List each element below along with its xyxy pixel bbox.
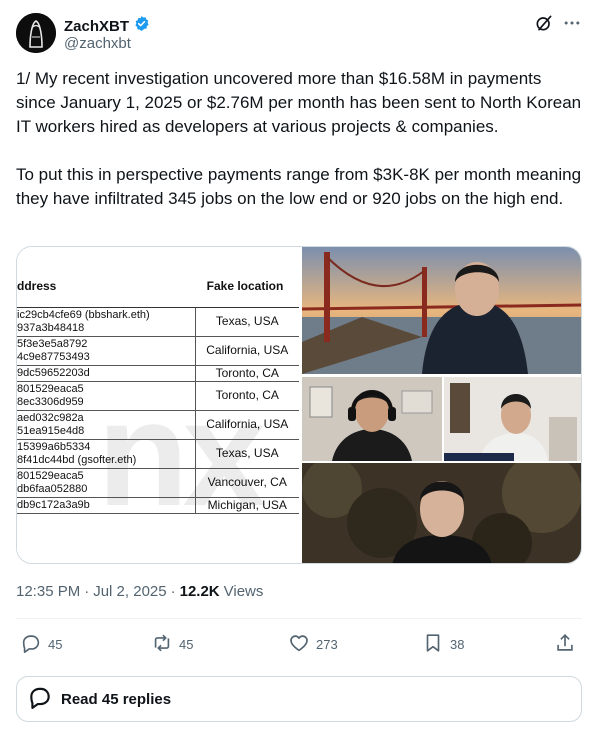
- table-row: 5f3e3e5a8792 4c9e87753493 California, USA: [17, 336, 299, 366]
- location-cell: Texas, USA: [195, 307, 299, 337]
- share-icon: [554, 632, 576, 657]
- tweet-date[interactable]: Jul 2, 2025: [93, 583, 166, 600]
- reply-button[interactable]: 45: [20, 632, 62, 657]
- address-line: 5f3e3e5a8792: [17, 337, 88, 350]
- table-row: 15399a6b5334 8f41dc44bd (gsofter.eth) Texa…: [17, 439, 299, 469]
- table-row: 801529eaca5 8ec3306d959 Toronto, CA: [17, 381, 299, 411]
- like-count: 273: [316, 637, 338, 652]
- views-label: Views: [223, 583, 264, 600]
- table-row: 9dc59652203d Toronto, CA: [17, 365, 299, 382]
- table-row: ic29cb4cfe69 (bbshark.eth) 937a3b48418 Tex…: [17, 307, 299, 337]
- location-cell: California, USA: [195, 336, 299, 366]
- video-call-photo-bridge: [302, 247, 581, 374]
- meta-separator: ·: [84, 583, 90, 600]
- divider: [16, 618, 582, 619]
- address-line: db9c172a3a9b: [17, 498, 90, 511]
- address-table: ddress Fake location ic29cb4cfe69 (bbsha…: [17, 265, 299, 514]
- video-call-photo-trees: [302, 463, 581, 563]
- address-line: 801529eaca5: [17, 469, 84, 482]
- tweet-text: 1/ My recent investigation uncovered mor…: [16, 69, 582, 208]
- table-row: 801529eaca5 db6faa052880 Vancouver, CA: [17, 468, 299, 498]
- video-call-photo-headset: [302, 377, 442, 461]
- handle[interactable]: @zachxbt: [64, 35, 131, 52]
- address-line: 8f41dc44bd (gsofter.eth): [17, 453, 137, 466]
- address-line: 9dc59652203d: [17, 366, 90, 379]
- read-replies-button[interactable]: Read 45 replies: [16, 676, 582, 722]
- location-cell: Vancouver, CA: [195, 468, 299, 498]
- tweet-time[interactable]: 12:35 PM: [16, 583, 80, 600]
- table-header-address: ddress: [17, 265, 195, 308]
- address-line: aed032c982a: [17, 411, 84, 424]
- name-row: ZachXBT: [64, 15, 150, 37]
- share-button[interactable]: [554, 632, 576, 657]
- location-cell: California, USA: [195, 410, 299, 440]
- location-cell: Michigan, USA: [195, 497, 299, 514]
- bookmark-icon: [422, 632, 444, 657]
- grok-icon[interactable]: [534, 13, 554, 33]
- address-line: 937a3b48418: [17, 321, 85, 334]
- location-cell: Toronto, CA: [195, 381, 299, 411]
- address-line: ic29cb4cfe69 (bbshark.eth): [17, 308, 150, 321]
- reply-icon: [20, 632, 42, 657]
- location-cell: Texas, USA: [195, 439, 299, 469]
- video-call-photo-office: [444, 377, 581, 461]
- verified-badge-icon: [133, 15, 150, 37]
- address-line: 8ec3306d959: [17, 395, 84, 408]
- address-line: 51ea915e4d8: [17, 424, 85, 437]
- tweet-media[interactable]: nx ddress Fake location ic29cb4cfe69 (bb…: [16, 246, 582, 564]
- table-row: db9c172a3a9b Michigan, USA: [17, 497, 299, 514]
- more-icon[interactable]: [562, 13, 582, 33]
- meta-separator: ·: [170, 583, 176, 600]
- table-row: aed032c982a 51ea915e4d8 California, USA: [17, 410, 299, 440]
- read-replies-label: Read 45 replies: [61, 690, 172, 708]
- repost-button[interactable]: 45: [151, 632, 193, 657]
- action-bar: 45 45 273 38: [16, 632, 582, 658]
- bookmark-count: 38: [450, 637, 465, 652]
- chat-bubble-icon: [27, 684, 53, 715]
- tweet-header: ZachXBT @zachxbt: [16, 13, 582, 57]
- header-actions: [534, 13, 582, 33]
- tweet-meta: 12:35 PM · Jul 2, 2025 · 12.2K Views: [16, 583, 263, 600]
- address-line: db6faa052880: [17, 482, 88, 495]
- display-name[interactable]: ZachXBT: [64, 18, 129, 35]
- table-header-location: Fake location: [195, 265, 299, 308]
- media-table-image: nx ddress Fake location ic29cb4cfe69 (bb…: [17, 247, 299, 563]
- avatar[interactable]: [16, 13, 56, 53]
- reply-count: 45: [48, 637, 63, 652]
- address-line: 801529eaca5: [17, 382, 84, 395]
- heart-icon: [288, 632, 310, 657]
- location-cell: Toronto, CA: [195, 365, 299, 382]
- bookmark-button[interactable]: 38: [422, 632, 464, 657]
- like-button[interactable]: 273: [288, 632, 338, 657]
- views-count: 12.2K: [179, 583, 220, 600]
- address-line: 15399a6b5334: [17, 440, 91, 453]
- address-line: 4c9e87753493: [17, 350, 90, 363]
- repost-count: 45: [179, 637, 194, 652]
- repost-icon: [151, 632, 173, 657]
